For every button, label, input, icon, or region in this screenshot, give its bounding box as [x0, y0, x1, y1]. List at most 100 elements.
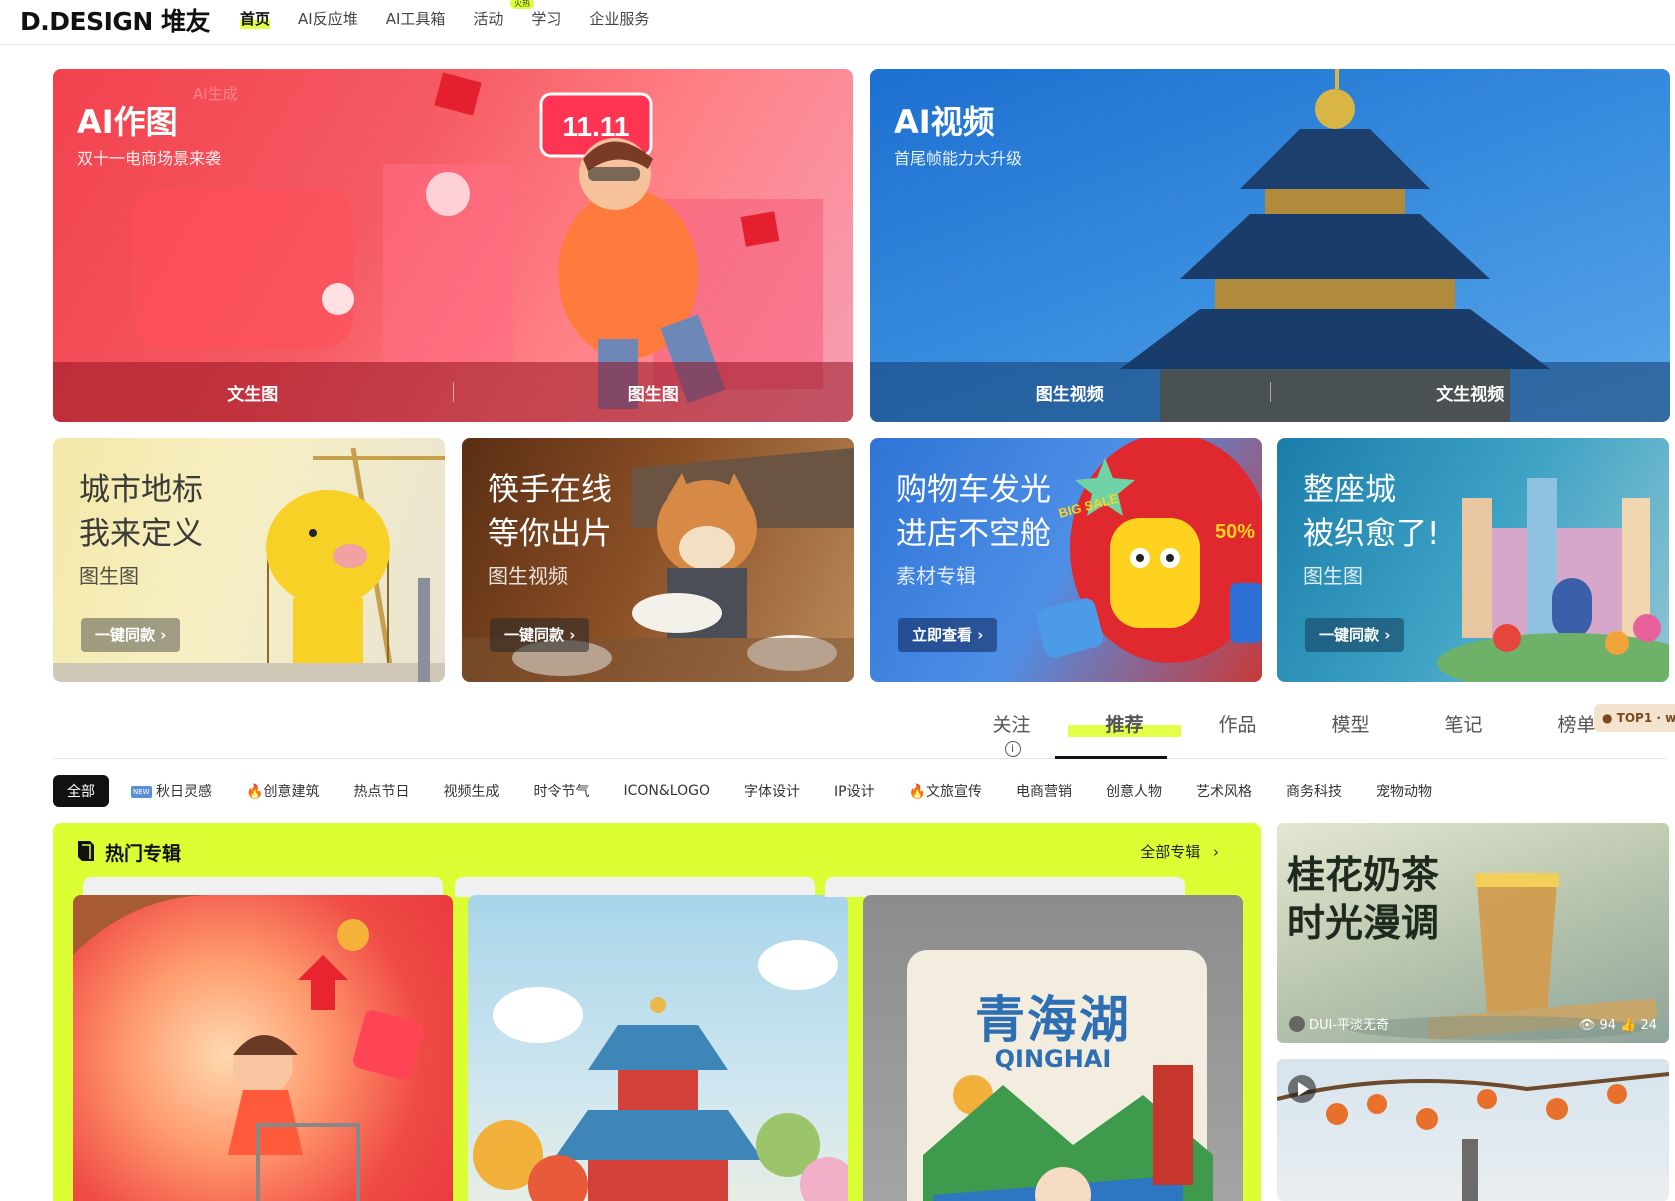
sticker-50-percent-text: 50%: [1215, 521, 1255, 543]
promo-card-chopsticks[interactable]: 筷手在线等你出片 图生视频 一键同款 ›: [462, 438, 854, 682]
chevron-right-icon: ›: [160, 626, 167, 644]
text-to-video-button[interactable]: 文生视频: [1271, 380, 1671, 405]
image-to-video-button[interactable]: 图生视频: [870, 380, 1270, 405]
promo-card-knitted-city[interactable]: 整座城被织愈了! 图生图 一键同款 ›: [1277, 438, 1669, 682]
nav-item-ai-reactor[interactable]: AI反应堆: [298, 8, 358, 29]
tab-recommend[interactable]: 推荐: [1068, 710, 1181, 759]
hot-albums-title: 热门专辑: [105, 843, 182, 865]
nav-item-home[interactable]: 首页: [240, 8, 271, 29]
post-card-osmanthus-tea[interactable]: 桂花奶茶 时光漫调 DUI-平淡无奇 👁 94 👍 24: [1277, 823, 1669, 1043]
tab-works[interactable]: 作品: [1181, 710, 1294, 759]
banner-ai-image[interactable]: 11.11 AI生成 AI作图 双十一电商场景来袭 文生图 图生图: [53, 69, 853, 422]
album-card-shopping-girl[interactable]: [73, 895, 453, 1201]
video-play-icon[interactable]: [1288, 1075, 1316, 1103]
tab-recommend-label: 推荐: [1068, 710, 1181, 737]
all-albums-link[interactable]: 全部专辑 ›: [1140, 841, 1219, 862]
card-city-button[interactable]: 一键同款 ›: [81, 618, 181, 652]
nav-item-learn[interactable]: 学习: [531, 8, 561, 29]
card-knit-title-line1: 整座城: [1303, 472, 1396, 508]
knitted-temple-illustration: [473, 940, 848, 1201]
card-knit-button[interactable]: 一键同款 ›: [1305, 618, 1405, 652]
qinghai-magnet-illustration: [923, 1065, 1213, 1201]
card-cart-title-line1: 购物车发光: [896, 472, 1051, 508]
category-chip-ecommerce[interactable]: 电商营销: [1016, 781, 1072, 801]
post-stats: 👁 94 👍 24: [1579, 1018, 1657, 1033]
sign-1111-text: 11.11: [563, 111, 630, 142]
tab-models[interactable]: 模型: [1294, 710, 1407, 759]
card-chopsticks-title-line1: 筷手在线: [488, 472, 612, 508]
category-chip-art-style[interactable]: 艺术风格: [1196, 781, 1252, 801]
album-stack-shadow: [83, 877, 443, 897]
card-knit-title: 整座城被织愈了!: [1303, 468, 1439, 556]
category-chip-characters[interactable]: 创意人物: [1106, 781, 1162, 801]
text-to-image-button[interactable]: 文生图: [53, 380, 453, 405]
activity-hot-badge: 火热: [510, 0, 534, 9]
like-icon[interactable]: 👍: [1620, 1018, 1636, 1033]
chevron-right-icon: ›: [1384, 626, 1391, 644]
card-cart-title-line2: 进店不空舱: [896, 516, 1051, 552]
post-tea-title-line1: 桂花奶茶: [1287, 853, 1440, 897]
top1-label: TOP1 · w: [1616, 711, 1675, 725]
post-card-persimmon-video[interactable]: [1277, 1059, 1669, 1201]
category-chip-tourism-label: 文旅宣传: [926, 784, 983, 800]
category-chip-solar-terms[interactable]: 时令节气: [533, 781, 589, 801]
post-author-name: DUI-平淡无奇: [1309, 1018, 1390, 1033]
trophy-icon: ●: [1602, 711, 1613, 725]
card-chopsticks-title-line2: 等你出片: [488, 516, 612, 552]
card-cart-button-label: 立即查看: [912, 626, 973, 644]
category-chip-tourism[interactable]: 🔥文旅宣传: [909, 781, 982, 801]
nav-item-activity[interactable]: 活动: [473, 8, 503, 29]
album-card-knitted-temple[interactable]: [468, 895, 848, 1201]
post-author[interactable]: DUI-平淡无奇: [1289, 1014, 1389, 1033]
banner-ai-image-action-bar: 文生图 图生图: [53, 362, 853, 422]
category-chip-autumn[interactable]: NEW 秋日灵感: [131, 781, 212, 801]
card-knit-title-line2: 被织愈了!: [1303, 516, 1440, 552]
category-chip-video[interactable]: 视频生成: [443, 781, 499, 801]
tab-follow[interactable]: 关注 i: [955, 710, 1068, 759]
promo-card-city-landmark[interactable]: 城市地标 我来定义 图生图 一键同款 ›: [53, 438, 445, 682]
category-filter-bar: 全部 NEW 秋日灵感 🔥创意建筑 热点节日 视频生成 时令节气 ICON&LO…: [53, 775, 1466, 807]
post-likes: 24: [1640, 1018, 1657, 1033]
card-cart-sub: 素材专辑: [896, 564, 976, 588]
album-card-qinghai[interactable]: 青海湖 QINGHAI: [863, 895, 1243, 1201]
category-chip-font[interactable]: 字体设计: [744, 781, 800, 801]
card-cart-button[interactable]: 立即查看 ›: [898, 618, 998, 652]
eye-icon: 👁: [1578, 1018, 1596, 1033]
main-nav: 首页 AI反应堆 AI工具箱 活动 学习 企业服务: [240, 8, 677, 29]
hot-albums-panel: 热门专辑 全部专辑 › 青海湖 QINGHAI: [53, 823, 1261, 1201]
category-chip-business[interactable]: 商务科技: [1286, 781, 1342, 801]
card-knit-button-label: 一键同款: [1319, 626, 1380, 644]
banner-ai-video-title: AI视频: [894, 103, 995, 141]
nav-item-ai-toolbox[interactable]: AI工具箱: [386, 8, 446, 29]
site-logo[interactable]: D.DESIGN 堆友: [20, 2, 211, 38]
category-chip-pets[interactable]: 宠物动物: [1376, 781, 1432, 801]
banner-ai-video-action-bar: 图生视频 文生视频: [870, 362, 1670, 422]
tab-notes[interactable]: 笔记: [1407, 710, 1520, 759]
info-icon: i: [1004, 740, 1021, 757]
category-chip-architecture[interactable]: 🔥创意建筑: [246, 781, 319, 801]
shopping-girl-illustration: [73, 895, 423, 1201]
card-chopsticks-button[interactable]: 一键同款 ›: [490, 618, 590, 652]
chevron-right-icon: ›: [1213, 843, 1219, 861]
top1-ranking-badge[interactable]: ● TOP1 · w: [1594, 704, 1675, 732]
category-chip-all[interactable]: 全部: [53, 775, 109, 807]
book-icon: [78, 841, 94, 861]
promo-card-shopping-cart[interactable]: BIG SALE 50% 购物车发光 进店不空舱 素材专辑 立即查看 ›: [870, 438, 1262, 682]
image-to-image-button[interactable]: 图生图: [454, 380, 854, 405]
new-icon: NEW: [131, 786, 152, 798]
fire-icon: 🔥: [908, 784, 927, 800]
card-knit-sub: 图生图: [1303, 564, 1363, 588]
card-chopsticks-button-label: 一键同款: [504, 626, 565, 644]
category-chip-ip[interactable]: IP设计: [834, 781, 875, 801]
nav-item-enterprise[interactable]: 企业服务: [589, 8, 649, 29]
category-chip-festival[interactable]: 热点节日: [353, 781, 409, 801]
banner-ai-video-subtitle: 首尾帧能力大升级: [894, 149, 1023, 168]
album-stack-shadow: [825, 877, 1185, 897]
card-city-title-line2: 我来定义: [79, 516, 203, 552]
category-chip-icon-logo[interactable]: ICON&LOGO: [623, 783, 710, 799]
chevron-right-icon: ›: [977, 626, 984, 644]
banner-ai-video[interactable]: AI视频 首尾帧能力大升级 图生视频 文生视频: [870, 69, 1670, 422]
tab-follow-label: 关注: [992, 714, 1031, 736]
card-chopsticks-sub: 图生视频: [488, 564, 568, 588]
top-navigation-bar: D.DESIGN 堆友 首页 AI反应堆 AI工具箱 活动 学习 企业服务 火热: [0, 0, 1675, 45]
